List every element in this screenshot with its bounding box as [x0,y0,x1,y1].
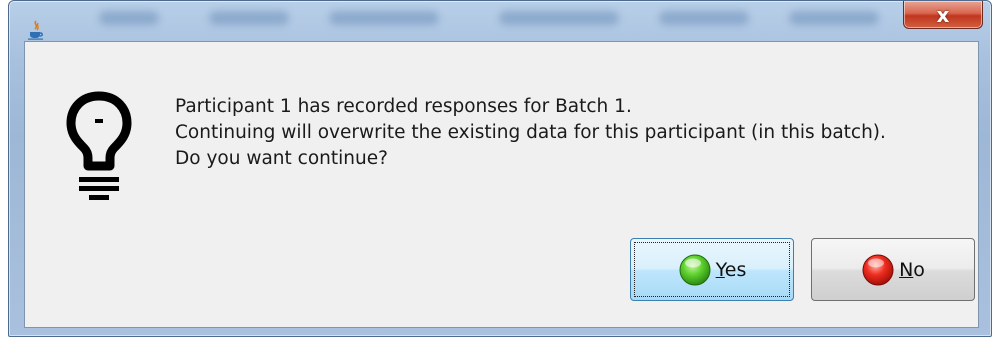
dialog-content: Participant 1 has recorded responses for… [24,41,979,328]
java-app-icon [28,20,43,40]
message-line: Participant 1 has recorded responses for… [175,96,632,117]
close-icon: x [936,2,950,27]
green-orb-icon [679,254,711,285]
no-button-label: No [899,258,925,281]
title-bar-blur [789,11,879,25]
title-bar-blur [209,11,289,25]
dialog-window: x Participant 1 has recorded responses f… [8,0,992,337]
lightbulb-icon [66,91,132,200]
yes-button-label: Yes [715,258,747,281]
title-bar[interactable]: x [9,1,991,41]
focus-rectangle [634,242,790,297]
dialog-message: Participant 1 has recorded responses for… [175,94,886,172]
message-line: Continuing will overwrite the existing d… [175,122,886,143]
title-bar-blur [99,11,159,25]
title-bar-blur [659,11,749,25]
close-button[interactable]: x [903,1,983,29]
no-button[interactable]: No [811,238,975,301]
title-bar-blur [329,11,439,25]
yes-button[interactable]: Yes [630,238,794,301]
title-bar-blur [499,11,619,25]
red-orb-icon [862,254,894,285]
message-line: Do you want continue? [175,148,388,169]
